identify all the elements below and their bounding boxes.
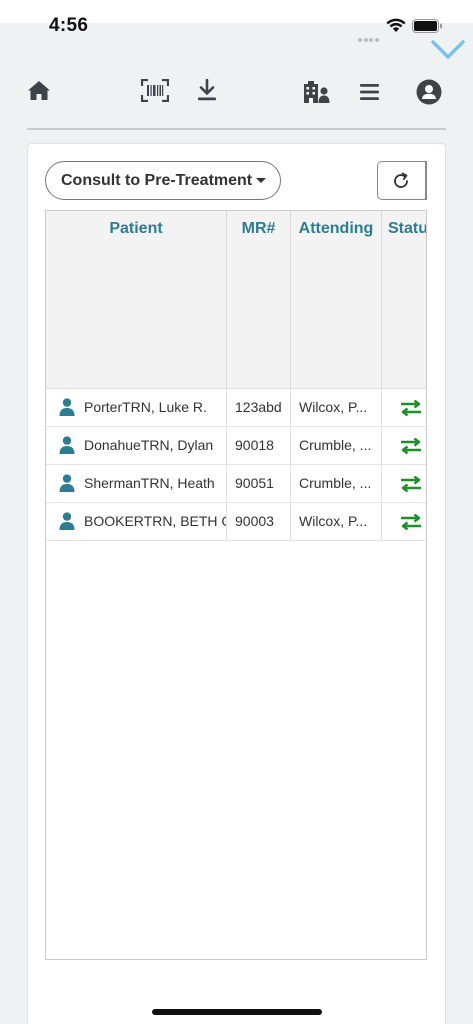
patient-person-icon bbox=[59, 436, 75, 454]
patient-table: Patient MR# Attending Status PorterTRN, … bbox=[45, 210, 427, 960]
mr-number: 123abd bbox=[227, 389, 291, 426]
patient-name: PorterTRN, Luke R. bbox=[84, 399, 207, 415]
column-header-status[interactable]: Status bbox=[382, 211, 426, 389]
transfer-arrows-icon[interactable] bbox=[400, 438, 422, 454]
building-user-icon[interactable] bbox=[303, 80, 331, 104]
patient-person-icon bbox=[59, 398, 75, 416]
mr-number: 90003 bbox=[227, 503, 291, 540]
patient-person-icon bbox=[59, 474, 75, 492]
column-header-mr[interactable]: MR# bbox=[227, 211, 291, 389]
home-indicator[interactable] bbox=[152, 1009, 322, 1015]
home-icon[interactable] bbox=[27, 80, 51, 101]
patient-name: DonahueTRN, Dylan bbox=[84, 437, 214, 453]
status-time: 4:56 bbox=[49, 15, 89, 36]
patient-name: BOOKERTRN, BETH C. bbox=[84, 513, 227, 529]
user-profile-icon[interactable] bbox=[416, 79, 442, 105]
attending-name: Wilcox, P... bbox=[291, 503, 382, 540]
attending-name: Crumble, ... bbox=[291, 465, 382, 502]
attending-name: Crumble, ... bbox=[291, 427, 382, 464]
column-header-attending[interactable]: Attending bbox=[291, 211, 382, 389]
mr-number: 90018 bbox=[227, 427, 291, 464]
signal-dots-icon bbox=[358, 29, 380, 42]
attending-name: Wilcox, P... bbox=[291, 389, 382, 426]
chevron-down-icon[interactable] bbox=[431, 40, 465, 60]
barcode-scan-icon[interactable] bbox=[141, 79, 169, 102]
patient-name: ShermanTRN, Heath bbox=[84, 475, 215, 491]
patient-person-icon bbox=[59, 512, 75, 530]
menu-icon[interactable] bbox=[360, 83, 379, 101]
refresh-icon bbox=[394, 172, 408, 188]
dropdown-selected-label: Consult to Pre-Treatment bbox=[61, 171, 253, 189]
table-row[interactable]: DonahueTRN, Dylan 90018 Crumble, ... bbox=[46, 427, 426, 465]
battery-icon bbox=[412, 19, 442, 33]
transfer-arrows-icon[interactable] bbox=[400, 476, 422, 492]
workflow-filter-dropdown[interactable]: Consult to Pre-Treatment bbox=[45, 161, 281, 200]
table-row[interactable]: ShermanTRN, Heath 90051 Crumble, ... bbox=[46, 465, 426, 503]
toolbar-divider bbox=[27, 128, 446, 130]
transfer-arrows-icon[interactable] bbox=[400, 400, 422, 416]
table-header: Patient MR# Attending Status bbox=[46, 211, 426, 389]
column-header-patient[interactable]: Patient bbox=[46, 211, 227, 389]
refresh-button[interactable] bbox=[377, 161, 427, 200]
download-icon[interactable] bbox=[197, 79, 217, 101]
table-row[interactable]: BOOKERTRN, BETH C. 90003 Wilcox, P... bbox=[46, 503, 426, 541]
mr-number: 90051 bbox=[227, 465, 291, 502]
table-row[interactable]: PorterTRN, Luke R. 123abd Wilcox, P... bbox=[46, 389, 426, 427]
transfer-arrows-icon[interactable] bbox=[400, 514, 422, 530]
caret-down-icon bbox=[256, 178, 266, 183]
wifi-icon bbox=[386, 18, 406, 32]
